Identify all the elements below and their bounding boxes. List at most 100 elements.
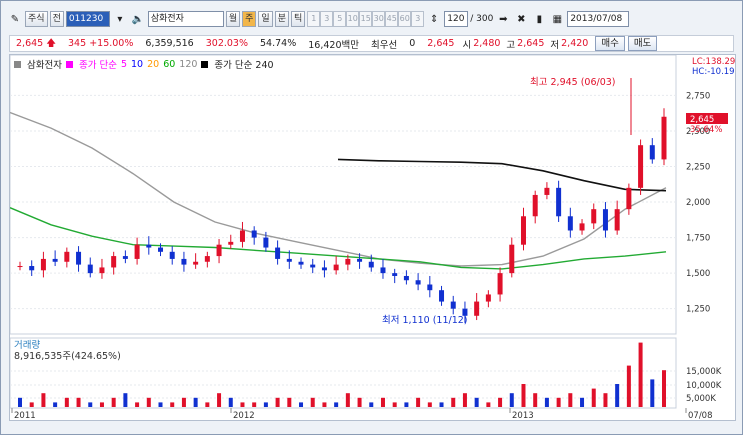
- candle-body: [392, 273, 398, 276]
- volume-bar: [41, 393, 46, 407]
- main-panel: [9, 54, 677, 335]
- candle-body: [520, 216, 526, 245]
- x-axis: 2011 2012 2013 07/08: [11, 408, 713, 421]
- count-total: / 300: [470, 14, 494, 24]
- candle-body: [122, 256, 128, 259]
- legend-ma60: 60: [163, 58, 176, 70]
- volume-bar: [392, 402, 397, 407]
- stock-code-input[interactable]: 011230: [65, 11, 110, 27]
- interval-week[interactable]: 주: [242, 11, 257, 27]
- y-axis: 1,2501,5001,7502,0002,2502,5002,7505,000…: [686, 91, 722, 404]
- volume-bar: [53, 402, 58, 407]
- period-button[interactable]: 10: [346, 11, 360, 27]
- volume-bar: [64, 397, 69, 407]
- chart-type-icon[interactable]: ✎: [7, 11, 23, 27]
- volume-bar: [29, 402, 34, 407]
- candle-body: [228, 241, 234, 245]
- volume-bar: [345, 393, 350, 407]
- volume-bar: [662, 370, 666, 407]
- volume-tick-label: 10,000K: [686, 381, 722, 391]
- volume-bar: [217, 393, 222, 407]
- chart-window: ✎ 주식 전 011230 ▾ 🔈 삼화전자 월 주 일 분 틱 1 3 5 1…: [0, 0, 743, 435]
- volume-bar: [416, 397, 421, 407]
- candle-body: [509, 244, 515, 274]
- volume-bar: [486, 402, 491, 407]
- period-button[interactable]: 3: [411, 11, 425, 27]
- volume-bar: [521, 384, 526, 407]
- volume-bar: [603, 393, 608, 407]
- high-price: 2,645: [517, 38, 545, 49]
- period-button[interactable]: 60: [398, 11, 412, 27]
- legend-ma120: 120: [179, 58, 198, 70]
- volume-bar: [88, 402, 93, 407]
- volume-bar: [544, 397, 549, 407]
- volume-bar: [240, 402, 245, 407]
- period-button[interactable]: 30: [372, 11, 386, 27]
- candle-body: [626, 187, 632, 210]
- candle-body: [602, 209, 608, 231]
- count-input[interactable]: 120: [444, 11, 469, 27]
- volume-bar: [451, 397, 456, 407]
- speaker-icon[interactable]: 🔈: [130, 11, 146, 27]
- up-arrow-icon: 🡅: [46, 37, 57, 49]
- candle-body: [193, 261, 199, 265]
- candle-body: [87, 264, 93, 274]
- volume-bar: [462, 393, 467, 407]
- candle-body: [497, 273, 503, 295]
- volume-bar: [299, 402, 304, 407]
- interval-minute[interactable]: 분: [274, 11, 289, 27]
- candle-body: [251, 230, 257, 238]
- x-tick-label: 2011: [14, 411, 36, 420]
- volume-bar: [638, 342, 643, 407]
- candle-body: [556, 187, 562, 217]
- candle-body: [216, 244, 222, 257]
- period-button[interactable]: 45: [385, 11, 399, 27]
- calendar-icon[interactable]: ▦: [549, 11, 565, 27]
- market-sub-button[interactable]: 전: [49, 11, 64, 27]
- candle-body: [158, 247, 164, 252]
- volume-ratio: 302.03%: [205, 38, 249, 49]
- candle-body: [439, 290, 445, 302]
- candle-body: [286, 258, 292, 262]
- buy-button[interactable]: 매수: [595, 36, 625, 51]
- candle-body: [450, 301, 456, 309]
- volume-bar: [111, 397, 116, 407]
- candle-body: [40, 258, 46, 271]
- legend: 삼화전자 종가 단순 5 10 20 60 120 종가 단순 240: [14, 57, 274, 71]
- period-button[interactable]: 1: [307, 11, 321, 27]
- price-change: 345 +15.00%: [68, 38, 134, 49]
- price-chart-svg[interactable]: 1,2501,5001,7502,0002,2502,5002,7505,000…: [9, 54, 735, 421]
- y-tick-label: 2,750: [686, 91, 710, 101]
- candle-body: [567, 216, 573, 231]
- search-dropdown-icon[interactable]: ▾: [112, 11, 128, 27]
- period-button[interactable]: 3: [320, 11, 334, 27]
- chart-area[interactable]: 1,250 1,500 1,750 2,000 2,250 2,500 2,750 5,000…: [9, 54, 736, 421]
- interval-day[interactable]: 일: [258, 11, 273, 27]
- volume-bar: [357, 397, 362, 407]
- volume-bar: [615, 384, 620, 407]
- current-price-label: 2,645: [690, 115, 714, 125]
- bar-chart-icon[interactable]: ▮: [531, 11, 547, 27]
- date-field[interactable]: 2013/07/08: [567, 11, 630, 27]
- sell-button[interactable]: 매도: [627, 36, 658, 51]
- candle-body: [415, 280, 421, 285]
- tool-icon[interactable]: ✖: [513, 11, 529, 27]
- open-label: 시: [462, 39, 472, 51]
- trade-amount: 16,420백만: [308, 39, 359, 51]
- volume-bar: [380, 397, 385, 407]
- interval-tick[interactable]: 틱: [290, 11, 306, 27]
- period-button[interactable]: 5: [333, 11, 347, 27]
- interval-month[interactable]: 월: [225, 11, 241, 27]
- current-pct-label: 35.64%: [690, 125, 722, 135]
- arrow-icon[interactable]: ➡: [495, 11, 511, 27]
- volume-bar: [123, 393, 128, 407]
- market-select[interactable]: 주식: [25, 11, 48, 27]
- high-label: 고: [506, 39, 516, 51]
- spin-icon[interactable]: ⇕: [426, 11, 442, 27]
- lc-label: LC:138.29: [692, 57, 735, 67]
- period-button[interactable]: 15: [359, 11, 373, 27]
- volume-bar: [322, 402, 327, 407]
- price-info-bar: 2,645 🡅 345 +15.00% 6,359,516 302.03% 54…: [9, 35, 734, 52]
- candle-body: [134, 244, 140, 259]
- y-tick-label: 2,000: [686, 198, 710, 208]
